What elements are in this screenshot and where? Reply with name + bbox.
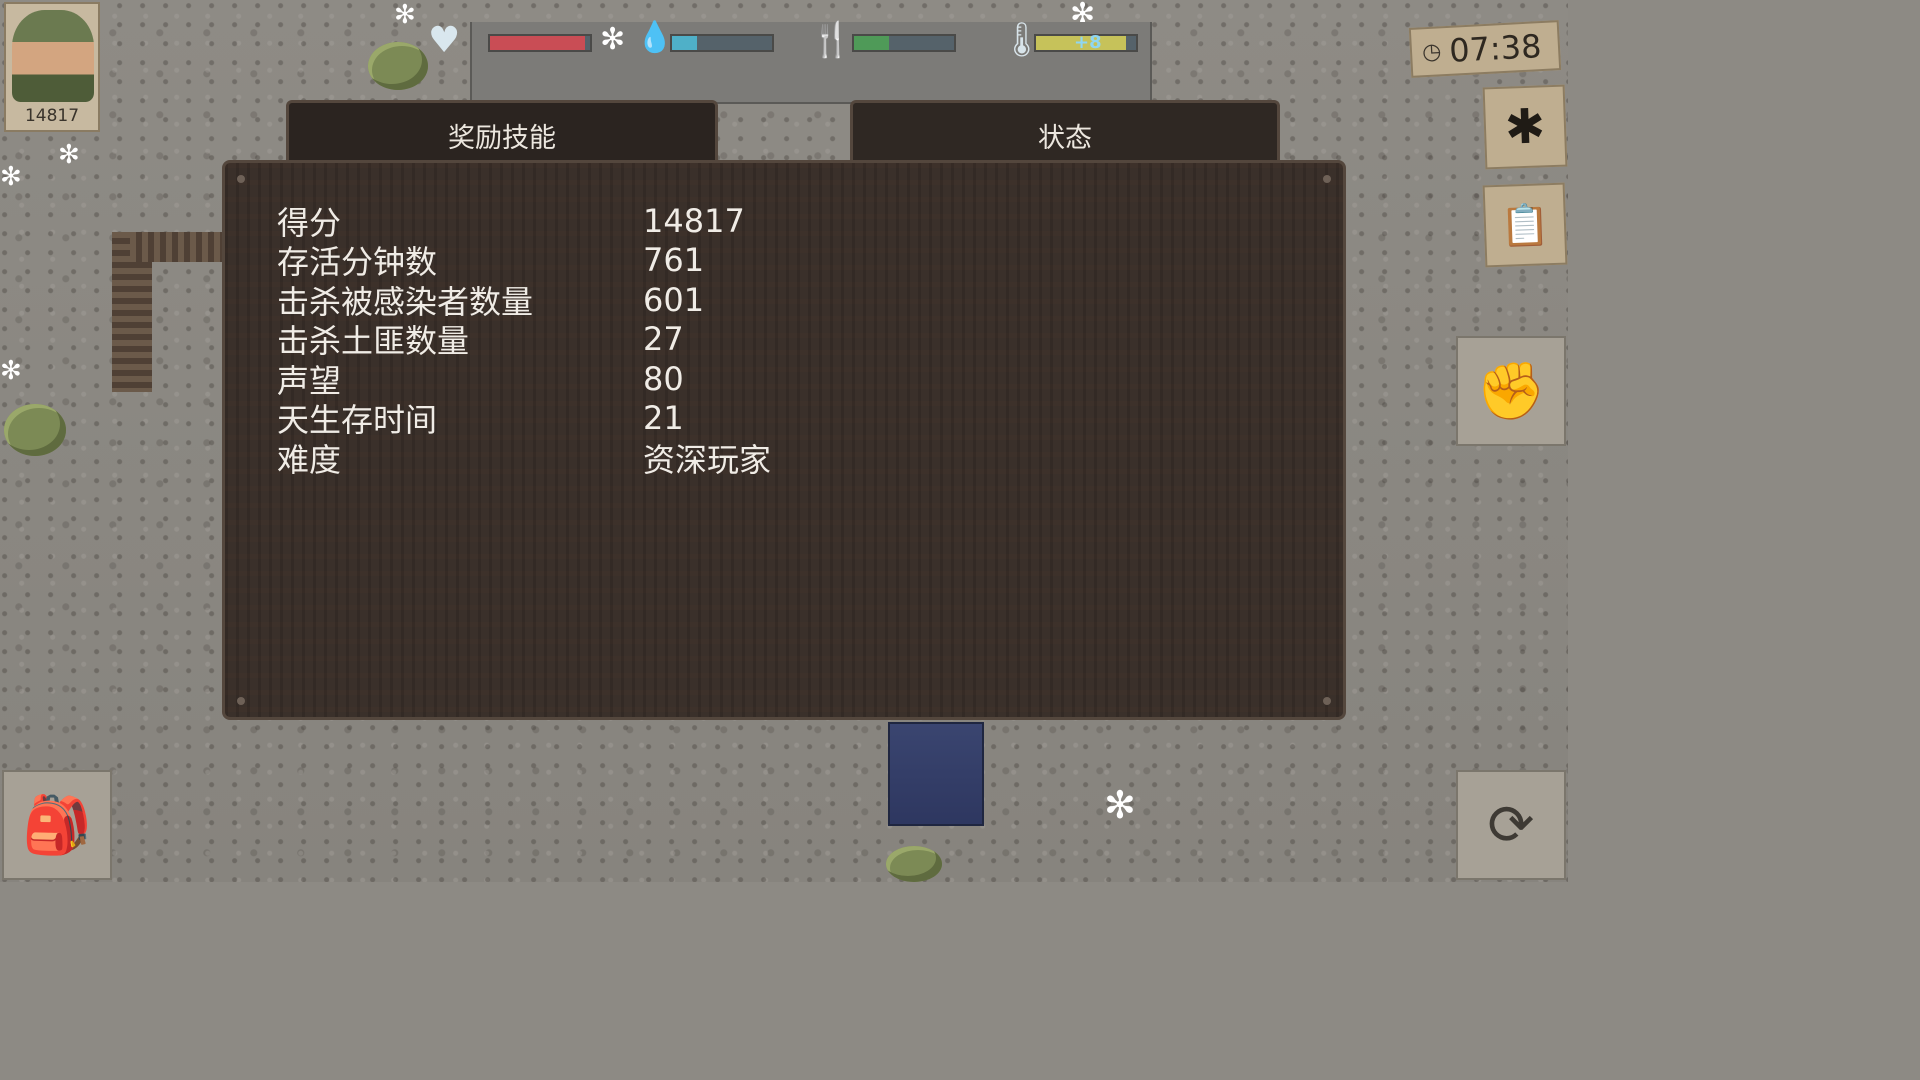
tab-label: 状态 bbox=[1038, 123, 1092, 154]
status-bar: ♥ ✻ 💧 🍴 🌡 +8 bbox=[428, 20, 1152, 104]
snowflake-icon: ✻ bbox=[0, 356, 22, 386]
player-score-badge: 14817 bbox=[24, 106, 80, 126]
fork-knife-icon: 🍴 bbox=[810, 20, 853, 60]
soldier-portrait-icon bbox=[12, 10, 94, 102]
stat-value: 21 bbox=[643, 399, 684, 438]
stat-row-minutes-survived: 存活分钟数 761 bbox=[277, 241, 771, 281]
action-slot[interactable]: ⟳ bbox=[1456, 770, 1566, 880]
snowflake-icon: ✻ bbox=[1104, 783, 1136, 827]
stat-row-difficulty: 难度 资深玩家 bbox=[277, 438, 772, 479]
snowflake-icon: ✻ bbox=[0, 162, 22, 192]
clock-time: 07:38 bbox=[1448, 27, 1543, 70]
heart-icon: ♥ bbox=[428, 20, 461, 61]
hand-grab-icon: ✊ bbox=[1476, 359, 1546, 424]
stat-value: 761 bbox=[643, 241, 705, 280]
thirst-bar-fill bbox=[672, 36, 697, 50]
health-bar-fill bbox=[490, 36, 585, 50]
stat-value: 80 bbox=[643, 359, 684, 398]
rivet bbox=[237, 175, 245, 183]
hunger-bar-fill bbox=[854, 36, 889, 50]
bush bbox=[368, 42, 428, 90]
bush bbox=[886, 846, 942, 882]
thirst-bar bbox=[670, 34, 774, 52]
snowflake-icon: ✻ bbox=[600, 22, 626, 57]
snowflake-icon: ✻ bbox=[394, 0, 416, 30]
stats-table: 得分 14817 存活分钟数 761 击杀被感染者数量 601 击杀土匪数量 2… bbox=[277, 201, 772, 479]
stat-row-days-survived: 天生存时间 21 bbox=[277, 399, 771, 439]
gear-icon: ✱ bbox=[1503, 98, 1547, 156]
rivet bbox=[1323, 697, 1331, 705]
backpack-button[interactable]: 🎒 bbox=[2, 770, 112, 880]
bush bbox=[4, 404, 66, 456]
fence bbox=[130, 232, 222, 262]
snowflake-icon: ✻ bbox=[58, 140, 80, 170]
stat-row-score: 得分 14817 bbox=[277, 201, 771, 242]
stat-row-reputation: 声望 80 bbox=[277, 359, 771, 400]
player-portrait[interactable]: 14817 bbox=[4, 2, 100, 132]
rivet bbox=[1323, 175, 1331, 183]
status-panel: 得分 14817 存活分钟数 761 击杀被感染者数量 601 击杀土匪数量 2… bbox=[222, 160, 1346, 720]
stat-label: 难度 bbox=[277, 440, 342, 479]
tab-status[interactable]: 状态 bbox=[850, 100, 1280, 168]
rivet bbox=[237, 697, 245, 705]
settings-button[interactable]: ✱ bbox=[1482, 84, 1568, 170]
water-drop-icon: 💧 bbox=[636, 20, 674, 55]
clock-icon: ◷ bbox=[1421, 38, 1442, 65]
notebook-question-icon: 📋 bbox=[1499, 201, 1551, 250]
stat-row-infected-killed: 击杀被感染者数量 601 bbox=[277, 280, 771, 321]
health-bar bbox=[488, 34, 592, 52]
stat-value: 资深玩家 bbox=[643, 440, 772, 479]
backpack-icon: 🎒 bbox=[22, 793, 92, 858]
stat-value: 14817 bbox=[643, 201, 745, 240]
hunger-bar bbox=[852, 34, 956, 52]
game-clock: ◷ 07:38 bbox=[1408, 20, 1562, 78]
vehicle bbox=[888, 722, 984, 826]
stat-value: 27 bbox=[643, 320, 684, 359]
stat-row-bandits-killed: 击杀土匪数量 27 bbox=[277, 320, 771, 360]
tab-bonus-skills[interactable]: 奖励技能 bbox=[286, 100, 718, 168]
tab-label: 奖励技能 bbox=[448, 123, 556, 154]
stat-value: 601 bbox=[643, 280, 705, 319]
swap-action-icon: ⟳ bbox=[1487, 792, 1535, 858]
temperature-value: +8 bbox=[1074, 32, 1102, 53]
journal-button[interactable]: 📋 bbox=[1482, 182, 1568, 268]
hand-slot[interactable]: ✊ bbox=[1456, 336, 1566, 446]
